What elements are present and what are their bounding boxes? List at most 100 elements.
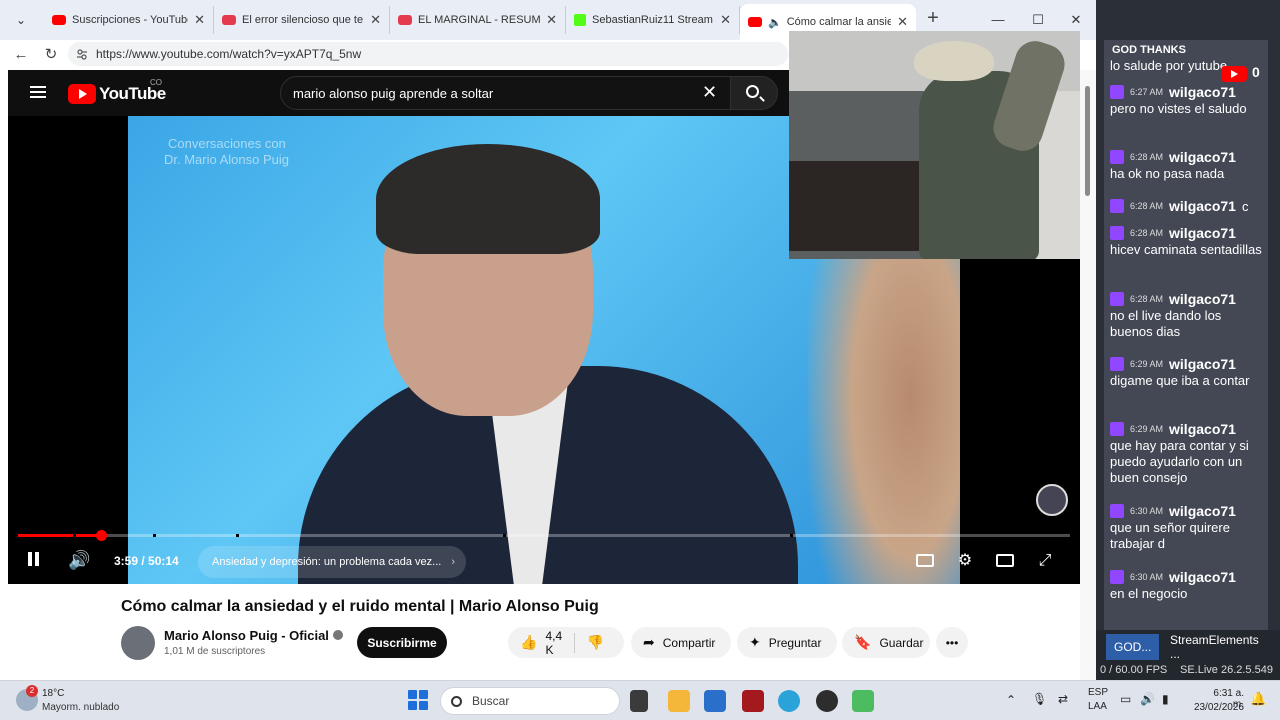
webcam-hat	[914, 41, 994, 81]
twitch-icon	[1110, 150, 1124, 164]
tab-suscripciones[interactable]: Suscripciones - YouTube ✕	[44, 6, 214, 34]
chat-header: GOD THANKS	[1112, 44, 1186, 56]
channel-name-row[interactable]: Mario Alonso Puig - Oficial	[164, 628, 343, 643]
weather-temperature[interactable]: 18°C	[42, 688, 64, 699]
bluetooth-device-icon[interactable]: ⇄	[1058, 692, 1068, 706]
chat-time: 6:30 AM	[1130, 506, 1164, 516]
site-info-icon[interactable]	[76, 48, 88, 60]
language-code-1[interactable]: ESP	[1088, 687, 1108, 698]
language-code-2[interactable]: LAA	[1088, 701, 1107, 712]
reload-icon[interactable]: ↻	[40, 44, 62, 66]
edge-browser-icon[interactable]	[778, 690, 800, 712]
close-window-icon[interactable]: ✕	[1064, 8, 1088, 32]
obs-tab-god[interactable]: GOD...	[1106, 634, 1160, 660]
subscribe-button[interactable]: Suscribirme	[357, 627, 447, 658]
clear-search-icon[interactable]: ✕	[702, 82, 717, 102]
save-button[interactable]: 🔖 Guardar	[842, 627, 930, 658]
youtube-logo[interactable]: YouTube CO	[68, 78, 166, 104]
tab-close-icon[interactable]: ✕	[370, 12, 381, 28]
minimize-icon[interactable]: —	[986, 8, 1010, 32]
channel-avatar[interactable]	[121, 626, 155, 660]
like-count[interactable]: 4,4 K	[545, 629, 562, 657]
chat-text: que un señor quirere trabajar d	[1110, 520, 1230, 551]
search-query: mario alonso puig aprende a soltar	[293, 85, 494, 101]
weather-condition[interactable]: Mayorm. nublado	[42, 702, 119, 713]
chat-text: hicev caminata sentadillas	[1110, 242, 1262, 257]
share-button[interactable]: ➦ Compartir	[631, 627, 731, 658]
tab-close-icon[interactable]: ✕	[720, 12, 731, 28]
search-button[interactable]	[730, 76, 778, 110]
new-tab-plus-icon[interactable]: +	[922, 8, 944, 30]
brave-browser-icon[interactable]	[742, 690, 764, 712]
video-title: Cómo calmar la ansiedad y el ruido menta…	[121, 598, 599, 615]
obs-tab-streamelements[interactable]: StreamElements ...	[1162, 633, 1280, 661]
scrollbar-thumb[interactable]	[1085, 86, 1090, 196]
taskbar-search-input[interactable]: Buscar	[440, 687, 620, 715]
microphone-icon[interactable]: 🎙	[1032, 692, 1047, 706]
menu-icon[interactable]	[30, 86, 46, 98]
more-actions-button[interactable]: •••	[936, 627, 968, 658]
taskbar: 2 18°C Mayorm. nublado Buscar ⌃ 🎙 ⇄ ESP …	[0, 680, 1280, 720]
url-field[interactable]: https://www.youtube.com/watch?v=yxAPT7q_…	[68, 42, 788, 66]
twitch-icon	[1110, 570, 1124, 584]
tab-error-silencioso[interactable]: El error silencioso que te fre ✕	[214, 6, 390, 34]
bookmark-icon: 🔖	[854, 634, 872, 650]
theater-mode-icon	[996, 554, 1014, 567]
twitch-icon	[1110, 357, 1124, 371]
chat-text: pero no vistes el saludo	[1110, 101, 1247, 116]
scrubber-handle[interactable]	[96, 530, 108, 541]
search-icon	[451, 695, 462, 707]
chat-username: wilgaco71	[1169, 198, 1236, 214]
youtube-favicon-icon	[398, 15, 412, 25]
microsoft-store-icon[interactable]	[704, 690, 726, 712]
maximize-icon[interactable]: ☐	[1026, 8, 1050, 32]
progress-bar[interactable]	[18, 530, 1070, 541]
task-view-icon[interactable]	[630, 690, 648, 712]
thumbs-up-icon[interactable]: 👍	[520, 634, 537, 651]
chat-username: wilgaco71	[1169, 421, 1236, 437]
chat-overlay: GOD THANKS lo salude por yutube 0 6:27 A…	[1104, 40, 1268, 630]
tray-chevron-icon[interactable]: ⌃	[1006, 693, 1016, 707]
ask-button[interactable]: ✦ Preguntar	[737, 627, 837, 658]
twitch-icon	[1110, 199, 1124, 213]
fullscreen-icon[interactable]: ⤢	[1034, 550, 1056, 572]
thumbs-down-icon[interactable]: 👎	[587, 634, 604, 651]
back-arrow-icon[interactable]: ←	[10, 44, 32, 66]
chat-username: wilgaco71	[1169, 569, 1236, 585]
volume-icon[interactable]: 🔊	[68, 550, 90, 570]
notifications-icon[interactable]: 🔔	[1250, 691, 1266, 707]
obs-studio-icon[interactable]	[816, 690, 838, 712]
channel-watermark-avatar[interactable]	[1036, 484, 1068, 516]
chapter-button[interactable]: Ansiedad y depresión: un problema cada v…	[198, 546, 466, 578]
settings-gear-icon[interactable]: ⚙	[954, 550, 976, 572]
network-icon[interactable]: ▭	[1120, 692, 1131, 706]
tab-close-icon[interactable]: ✕	[194, 12, 205, 28]
search-input[interactable]: mario alonso puig aprende a soltar	[280, 76, 740, 110]
tab-kick-stream[interactable]: SebastianRuiz11 Stream - Wa ✕	[566, 6, 740, 34]
theater-mode-button[interactable]	[994, 550, 1016, 572]
chevron-right-icon: ›	[451, 556, 455, 568]
streamelements-app-icon[interactable]	[852, 690, 874, 712]
save-label: Guardar	[879, 635, 924, 650]
channel-name[interactable]: Mario Alonso Puig - Oficial	[164, 628, 329, 643]
chat-username: wilgaco71	[1169, 291, 1236, 307]
page-scrollbar[interactable]	[1080, 70, 1096, 680]
tab-close-icon[interactable]: ✕	[897, 14, 908, 30]
battery-icon[interactable]: ▮	[1162, 692, 1169, 706]
tab-el-marginal[interactable]: EL MARGINAL - RESUMEN D ✕	[390, 6, 566, 34]
file-explorer-icon[interactable]	[668, 690, 690, 712]
clock-date[interactable]: 23/02/2026	[1188, 702, 1244, 713]
share-icon: ➦	[643, 634, 655, 650]
pause-button[interactable]	[28, 552, 42, 568]
chat-suffix: c	[1241, 198, 1249, 214]
subtitles-button[interactable]	[914, 550, 936, 572]
volume-icon[interactable]: 🔊	[1140, 692, 1155, 706]
windows-start-icon[interactable]	[408, 690, 428, 710]
speaker-icon[interactable]: 🔈	[768, 16, 782, 29]
chapter-marker	[236, 534, 239, 537]
chat-message: 6:28 AM wilgaco71 c	[1110, 197, 1266, 215]
search-icon	[746, 85, 759, 98]
tab-list-chevron-icon[interactable]: ⌄	[8, 8, 34, 32]
tab-close-icon[interactable]: ✕	[546, 12, 557, 28]
chat-message: 6:30 AM wilgaco71 en el negocio	[1110, 568, 1266, 602]
